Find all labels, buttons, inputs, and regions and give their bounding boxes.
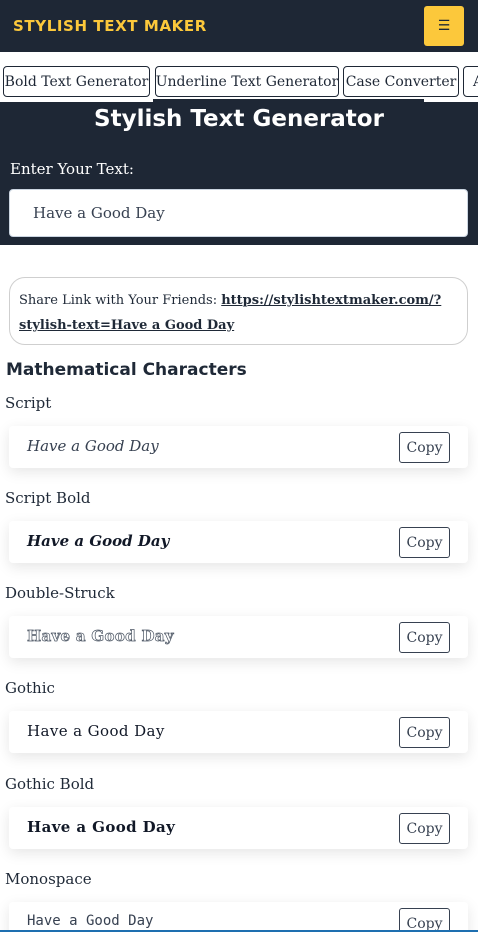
section-title: Mathematical Characters — [6, 360, 247, 380]
share-prefix: Share Link with Your Friends: — [19, 293, 222, 308]
style-label-gothic-bold: Gothic Bold — [5, 775, 95, 793]
brand-logo-text[interactable]: STYLISH TEXT MAKER — [13, 17, 207, 35]
style-card-script-bold: Have a Good Day Copy — [9, 521, 468, 563]
copy-button[interactable]: Copy — [399, 908, 450, 932]
styled-text-preview: Have a Good Day — [27, 532, 170, 550]
style-card-double-struck: Have a Good Day Copy — [9, 616, 468, 658]
tab-label: Case Converter — [345, 73, 457, 90]
tab-label: Bold Text Generator — [4, 73, 149, 90]
copy-button[interactable]: Copy — [399, 813, 450, 844]
tab-label: Underline Text Generator — [155, 73, 339, 90]
input-label: Enter Your Text: — [10, 160, 134, 178]
tab-label: A — [473, 74, 478, 90]
style-card-monospace: Have a Good Day Copy — [9, 902, 468, 932]
style-label-script-bold: Script Bold — [5, 489, 91, 507]
tool-tab-bar: Bold Text Generator Underline Text Gener… — [0, 52, 478, 102]
tab-bold-text-generator[interactable]: Bold Text Generator — [3, 66, 150, 97]
text-input[interactable] — [9, 189, 468, 237]
style-label-double-struck: Double-Struck — [5, 584, 115, 602]
copy-button[interactable]: Copy — [399, 622, 450, 653]
styled-text-preview: Have a Good Day — [27, 627, 174, 646]
styled-text-preview: Have a Good Day — [27, 437, 159, 455]
page-title: Stylish Text Generator — [94, 106, 384, 132]
style-card-gothic-bold: Have a Good Day Copy — [9, 807, 468, 849]
styled-text-preview: Have a Good Day — [27, 722, 165, 740]
share-link-box: Share Link with Your Friends: https://st… — [9, 277, 468, 345]
style-label-gothic: Gothic — [5, 679, 55, 697]
copy-button[interactable]: Copy — [399, 527, 450, 558]
tab-underline-text-generator[interactable]: Underline Text Generator — [155, 66, 339, 97]
menu-toggle-button[interactable]: ☰ — [424, 6, 464, 46]
style-label-script: Script — [5, 394, 52, 412]
tab-case-converter[interactable]: Case Converter — [343, 66, 459, 97]
style-card-gothic: Have a Good Day Copy — [9, 711, 468, 753]
tab-partial-next[interactable]: A — [463, 66, 478, 97]
style-label-monospace: Monospace — [5, 870, 92, 888]
style-card-script: Have a Good Day Copy — [9, 426, 468, 468]
active-tab-indicator — [153, 99, 424, 102]
styled-text-preview: Have a Good Day — [27, 818, 176, 836]
hamburger-menu-icon: ☰ — [437, 18, 451, 34]
styled-text-preview: Have a Good Day — [27, 913, 154, 929]
site-header: STYLISH TEXT MAKER ☰ Bold Text Generator… — [0, 0, 478, 245]
copy-button[interactable]: Copy — [399, 432, 450, 463]
copy-button[interactable]: Copy — [399, 717, 450, 748]
